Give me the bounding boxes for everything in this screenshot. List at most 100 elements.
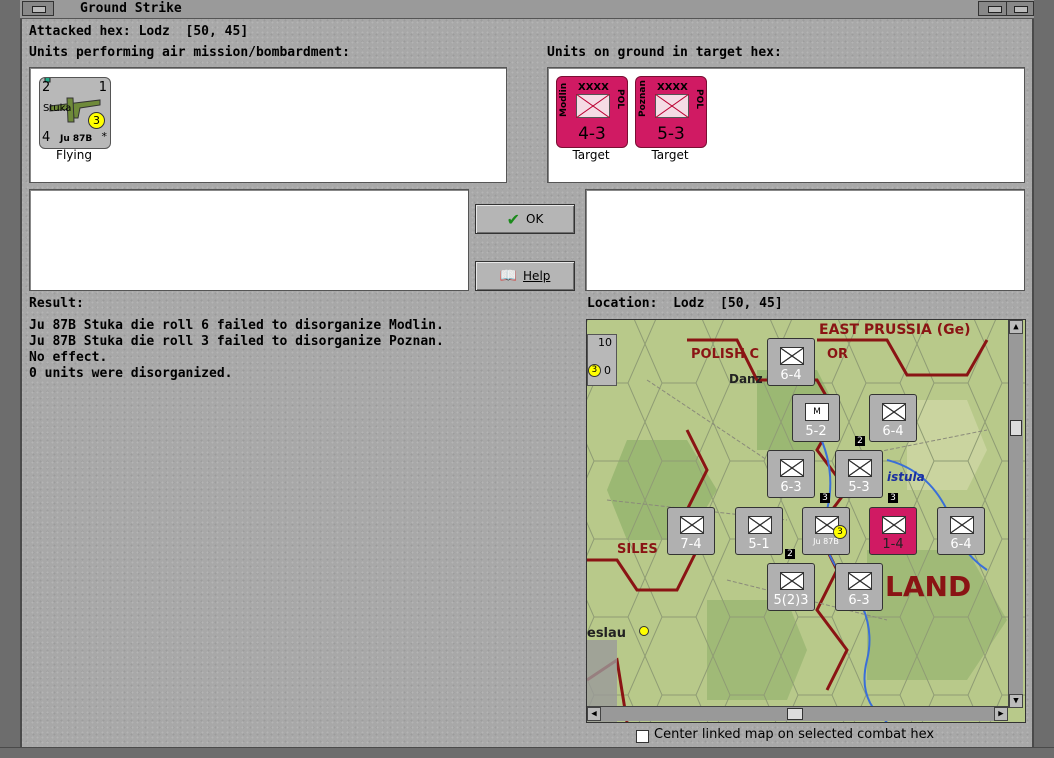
ground-unit-nation: POL [615,89,625,109]
air-unit-name: Stuka [43,103,72,114]
stack-badge: 3 [588,364,601,377]
close-window-button[interactable] [22,1,54,16]
ground-unit-size: XXXX [578,82,609,93]
unit-type-symbol-icon [950,516,974,534]
map-vertical-scrollbar[interactable]: ▲ ▼ [1008,320,1023,708]
ground-unit-value: 5-3 [657,124,685,144]
air-unit-counter[interactable]: 2 1 Stuka 3 4 Ju 87B * [39,76,111,149]
unit-type-symbol-icon [848,572,872,590]
map-unit-value: 5-3 [848,480,870,495]
help-label: Help [523,269,551,283]
center-map-label: Center linked map on selected combat hex [654,727,935,742]
unit-type-symbol-icon [748,516,772,534]
unit-type-symbol-icon [680,516,704,534]
map-unit-counter[interactable]: 5-1 [735,507,783,555]
window-bottom-frame [0,747,1054,758]
window-left-frame [0,0,22,758]
location-map[interactable]: EAST PRUSSIA (Ge) POLISH C OR Danz istul… [586,319,1026,723]
window-title: Ground Strike [80,1,182,16]
map-label-vistula: istula [887,470,925,484]
map-unit-value: 7-4 [680,537,702,552]
ground-detail-panel [585,189,1025,291]
map-unit-counter[interactable]: 6-4 [937,507,985,555]
map-unit-value: 6-4 [780,368,802,383]
ok-button[interactable]: ✔ OK [475,204,575,234]
map-horizontal-scrollbar[interactable]: ◀ ▶ [587,706,1008,721]
unit-type-symbol-icon [780,459,804,477]
scroll-up-arrow-icon[interactable]: ▲ [1009,320,1023,334]
air-units-label: Units performing air mission/bombardment… [29,45,350,60]
attacked-hex-label: Attacked hex: Lodz [50, 45] [29,24,249,39]
air-unit-right-top: 1 [98,80,107,95]
dialog-content: Attacked hex: Lodz [50, 45] Units perfor… [20,19,1034,748]
map-unit-value: 5-2 [805,424,827,439]
city-marker-icon [639,626,649,636]
help-book-icon: 📖 [499,268,518,284]
map-unit-value: 1-4 [882,537,904,552]
unit-type-symbol-icon: M [805,403,829,421]
title-bar[interactable]: Ground Strike [20,0,1034,19]
result-line: No effect. [29,350,108,365]
minimize-icon [988,6,1002,13]
ground-units-panel: XXXX Modlin POL 4-3 Target XXXX Poznan P… [547,67,1025,183]
infantry-symbol-icon [576,94,610,118]
ground-unit-counter-poznan[interactable]: XXXX Poznan POL 5-3 [635,76,707,148]
map-unit-value: 6-3 [848,593,870,608]
map-unit-counter[interactable]: 7-4 [667,507,715,555]
ground-unit-name: Poznan [638,80,648,117]
map-unit-value: 6-4 [950,537,972,552]
stack-top-number: 10 [598,336,612,349]
stack-count-label: 2 [785,549,795,559]
air-units-panel: 2 1 Stuka 3 4 Ju 87B * Flying [29,67,507,183]
map-unit-counter[interactable]: 5(2)3 [767,563,815,611]
stack-count-label: 3 [888,493,898,503]
map-label-polish-corridor: POLISH C [691,347,760,362]
ground-unit-counter-modlin[interactable]: XXXX Modlin POL 4-3 [556,76,628,148]
close-icon [32,6,46,13]
unit-type-symbol-icon [882,516,906,534]
result-line: 0 units were disorganized. [29,366,233,381]
map-unit-counter[interactable]: 6-4 [767,338,815,386]
scroll-left-arrow-icon[interactable]: ◀ [587,707,601,721]
unit-type-symbol-icon [882,403,906,421]
map-unit-value: 5-1 [748,537,770,552]
map-unit-counter[interactable]: 1-4 [869,507,917,555]
map-unit-counter[interactable]: 6-3 [767,450,815,498]
ok-label: OK [526,212,544,226]
unit-type-symbol-icon [848,459,872,477]
result-label: Result: [29,296,84,311]
scroll-down-arrow-icon[interactable]: ▼ [1009,694,1023,708]
map-unit-value: 6-3 [780,480,802,495]
center-map-checkbox[interactable] [636,730,649,743]
infantry-symbol-icon [655,94,689,118]
stack-bottom-number: 0 [604,364,611,377]
ground-unit-status: Target [572,148,610,162]
vertical-scroll-thumb[interactable] [1010,420,1022,436]
scroll-right-arrow-icon[interactable]: ▶ [994,707,1008,721]
map-unit-counter[interactable]: 6-3 [835,563,883,611]
map-unit-counter[interactable]: 6-4 [869,394,917,442]
horizontal-scroll-thumb[interactable] [787,708,803,720]
ground-strike-window: Ground Strike Attacked hex: Lodz [50, 45… [0,0,1054,758]
map-unit-counter[interactable]: 5-3 [835,450,883,498]
map-stack-indicator[interactable]: 10 3 0 [587,334,617,386]
stack-count-label: 3 [820,493,830,503]
air-unit-bottom-left: 4 [42,130,51,145]
maximize-window-button[interactable] [1006,1,1034,16]
map-label-danzig: Danz [729,372,763,386]
air-detail-panel [29,189,469,291]
map-unit-badge: 3 [833,525,847,539]
map-unit-counter[interactable]: M 5-2 [792,394,840,442]
help-button[interactable]: 📖 Help [475,261,575,291]
map-label-corridor-end: OR [827,347,849,362]
unit-type-symbol-icon [780,572,804,590]
air-unit-left-top: 2 [42,80,51,95]
map-label-silesia: SILES [617,542,658,557]
ground-unit-name: Modlin [559,82,569,117]
air-unit-status: Flying [56,148,92,162]
stack-count-label: 2 [855,436,865,446]
checkmark-icon: ✔ [506,209,521,229]
map-unit-counter[interactable]: Ju 87B 3 [802,507,850,555]
map-unit-value: 6-4 [882,424,904,439]
result-line: Ju 87B Stuka die roll 6 failed to disorg… [29,318,444,333]
